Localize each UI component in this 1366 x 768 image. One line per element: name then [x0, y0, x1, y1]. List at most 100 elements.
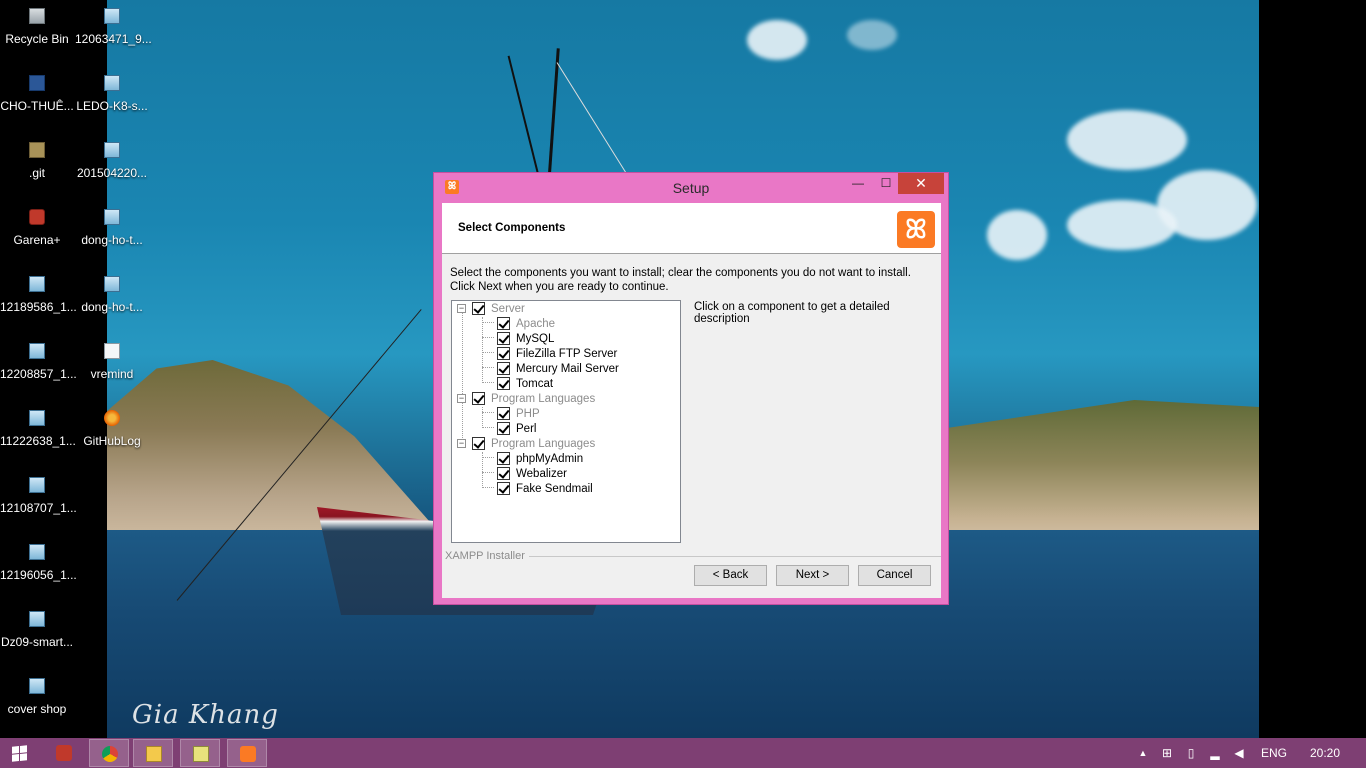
tree-item-mysql[interactable]: MySQL	[497, 331, 554, 346]
tree-group-server[interactable]: − Server	[457, 301, 525, 316]
checkbox-checked-icon[interactable]	[497, 347, 510, 360]
checkbox-checked-icon[interactable]	[497, 422, 510, 435]
image-file-icon	[104, 8, 120, 24]
cloud	[1067, 200, 1177, 250]
desktop-icon-file[interactable]: dong-ho-t...	[75, 276, 149, 314]
desktop-icon-file[interactable]: 12189586_1...	[0, 276, 77, 314]
start-button[interactable]	[0, 739, 40, 767]
desktop-icon-file[interactable]: dong-ho-t...	[75, 209, 149, 247]
checkbox-checked-icon[interactable]	[472, 392, 485, 405]
tree-item-mercury[interactable]: Mercury Mail Server	[497, 361, 619, 376]
tree-connector	[482, 352, 494, 353]
checkbox-checked-icon[interactable]	[497, 317, 510, 330]
tree-connector	[482, 457, 494, 458]
image-file-icon	[29, 678, 45, 694]
image-file-icon	[104, 142, 120, 158]
tree-item-php[interactable]: PHP	[497, 406, 540, 421]
desktop-icon-file[interactable]: cover shop	[0, 678, 74, 716]
desktop-icon-file[interactable]: Dz09-smart...	[0, 611, 74, 649]
boat-rope	[556, 62, 627, 174]
tree-label: Fake Sendmail	[516, 482, 593, 495]
taskbar-chrome[interactable]	[89, 739, 129, 767]
checkbox-checked-icon[interactable]	[472, 437, 485, 450]
xampp-logo-icon: ꕤ	[897, 211, 935, 248]
desktop-icon-file[interactable]: vremind	[75, 343, 149, 381]
checkbox-checked-icon[interactable]	[497, 452, 510, 465]
taskbar-garena[interactable]	[44, 739, 84, 767]
cloud	[1067, 110, 1187, 170]
checkbox-checked-icon[interactable]	[497, 482, 510, 495]
tree-item-perl[interactable]: Perl	[497, 421, 536, 436]
cloud	[847, 20, 897, 50]
garena-icon	[29, 209, 45, 225]
desktop-icon-label: 12108707_1...	[0, 501, 77, 515]
clock[interactable]: 20:20	[1310, 738, 1340, 768]
tree-item-tomcat[interactable]: Tomcat	[497, 376, 553, 391]
desktop-icon-label: cover shop	[7, 702, 67, 716]
desktop-icon-file[interactable]: 12196056_1...	[0, 544, 77, 582]
desktop-icon-file[interactable]: 201504220...	[75, 142, 149, 180]
tree-item-filezilla[interactable]: FileZilla FTP Server	[497, 346, 617, 361]
minimize-button[interactable]: —	[844, 173, 872, 194]
desktop-icon-recycle-bin[interactable]: Recycle Bin	[0, 8, 74, 46]
collapse-icon[interactable]: −	[457, 304, 466, 313]
cancel-button[interactable]: Cancel	[858, 565, 931, 586]
checkbox-checked-icon[interactable]	[497, 467, 510, 480]
tree-item-apache[interactable]: Apache	[497, 316, 555, 331]
tree-item-phpmyadmin[interactable]: phpMyAdmin	[497, 451, 583, 466]
network-signal-icon[interactable]: ▂	[1208, 746, 1222, 760]
taskbar: ▲ ⊞ ▯ ▂ ◀ ENG 20:20	[0, 738, 1366, 768]
language-indicator[interactable]: ENG	[1261, 738, 1287, 768]
desktop-icon-label: LEDO-K8-s...	[76, 99, 148, 113]
checkbox-checked-icon[interactable]	[497, 407, 510, 420]
desktop-icon-label: .git	[28, 166, 45, 180]
checkbox-checked-icon[interactable]	[497, 332, 510, 345]
desktop-icon-file[interactable]: 12063471_9...	[75, 8, 152, 46]
wizard-header: Select Components ꕤ	[442, 203, 941, 254]
taskbar-xampp[interactable]	[227, 739, 267, 767]
collapse-icon[interactable]: −	[457, 439, 466, 448]
tree-connector	[482, 337, 494, 338]
desktop-icon-label: 12063471_9...	[75, 32, 152, 46]
checkbox-checked-icon[interactable]	[497, 362, 510, 375]
next-button[interactable]: Next >	[776, 565, 849, 586]
page-title: Select Components	[458, 222, 566, 234]
checkbox-checked-icon[interactable]	[497, 377, 510, 390]
installer-branding: XAMPP Installer	[445, 550, 941, 562]
desktop-icon-file[interactable]: CHO-THUÊ...	[0, 75, 74, 113]
close-button[interactable]: ✕	[898, 173, 944, 194]
desktop-icon-file[interactable]: 12208857_1...	[0, 343, 77, 381]
text-file-icon	[104, 343, 120, 359]
tree-item-webalizer[interactable]: Webalizer	[497, 466, 567, 481]
tree-group-program-languages-tools[interactable]: − Program Languages	[457, 436, 595, 451]
action-center-icon[interactable]: ⊞	[1160, 746, 1174, 760]
show-hidden-icons-icon[interactable]: ▲	[1136, 746, 1150, 760]
tree-item-fake-sendmail[interactable]: Fake Sendmail	[497, 481, 593, 496]
tree-label: PHP	[516, 407, 540, 420]
desktop-icon-file[interactable]: LEDO-K8-s...	[75, 75, 149, 113]
tree-connector	[482, 487, 494, 488]
taskbar-notepad[interactable]	[180, 739, 220, 767]
battery-icon[interactable]: ▯	[1184, 746, 1198, 760]
component-tree[interactable]: − Server Apache MySQL FileZilla FTP Serv…	[451, 300, 681, 543]
desktop-icon-folder[interactable]: .git	[0, 142, 74, 180]
desktop-icon-file[interactable]: 12108707_1...	[0, 477, 77, 515]
collapse-icon[interactable]: −	[457, 394, 466, 403]
tree-label: phpMyAdmin	[516, 452, 584, 465]
desktop-icon-garena[interactable]: Garena+	[0, 209, 74, 247]
tree-connector	[482, 407, 483, 428]
desktop-icon-file[interactable]: 11222638_1...	[0, 410, 76, 448]
desktop-icon-label: CHO-THUÊ...	[0, 99, 74, 113]
back-button[interactable]: < Back	[694, 565, 767, 586]
maximize-button[interactable]: ☐	[872, 173, 900, 194]
tree-connector	[482, 322, 494, 323]
tree-group-program-languages[interactable]: − Program Languages	[457, 391, 595, 406]
window-titlebar[interactable]: ꕤ Setup — ☐ ✕	[434, 173, 948, 203]
tree-label: Program Languages	[491, 392, 596, 405]
desktop-icon-shortcut[interactable]: GitHubLog	[75, 410, 149, 448]
folder-icon	[29, 142, 45, 158]
checkbox-checked-icon[interactable]	[472, 302, 485, 315]
tree-label: Apache	[516, 317, 556, 330]
taskbar-file-explorer[interactable]	[133, 739, 173, 767]
volume-icon[interactable]: ◀	[1232, 746, 1246, 760]
